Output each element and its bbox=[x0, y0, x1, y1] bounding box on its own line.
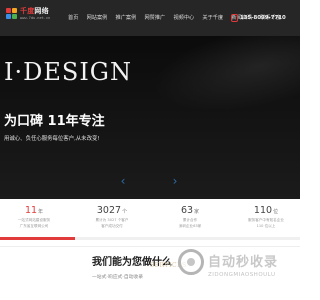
chevron-left-icon[interactable]: ‹ bbox=[118, 174, 128, 188]
logo-name-accent: 千度 bbox=[20, 7, 35, 15]
phone-number[interactable]: 135-8099-7710 bbox=[240, 13, 286, 23]
stat-number: 110 bbox=[253, 205, 273, 216]
stat-caption-2: 110 位以上 bbox=[256, 223, 276, 228]
stat-number: 3027 bbox=[96, 205, 122, 216]
stat-caption-2: 客户成功交付 bbox=[101, 223, 123, 228]
stat-item-clients: 3027个 累计为 3027 个客户 客户成功交付 bbox=[82, 205, 142, 241]
stat-unit: 个 bbox=[122, 209, 128, 215]
stat-value: 11年 bbox=[4, 205, 64, 218]
hero-subtitle: 为口碑 11年专注 bbox=[4, 114, 105, 129]
phone-icon bbox=[231, 14, 238, 22]
site-logo[interactable]: 千度网络 www.7du.net.cn bbox=[4, 6, 56, 30]
stat-caption-2: 广东省互联网公司 bbox=[19, 223, 49, 228]
nav-item-promo-cases[interactable]: 推广案例 bbox=[116, 13, 137, 23]
stat-caption-2: 深圳企业63家 bbox=[178, 223, 202, 228]
stat-unit: 家 bbox=[194, 209, 200, 215]
logo-mark-icon bbox=[6, 8, 18, 20]
stat-unit: 年 bbox=[38, 209, 44, 215]
watermark-subtext: ZIDONGMIAOSHOULU bbox=[208, 272, 276, 278]
nav-item-site-cases[interactable]: 网站案例 bbox=[87, 13, 108, 23]
hero-title: I·DESIGN bbox=[4, 58, 132, 86]
stat-unit: 位 bbox=[273, 209, 279, 215]
hero-banner: I·DESIGN 为口碑 11年专注 用诚心、负任心服务每位客户,从未改变! ‹… bbox=[0, 36, 300, 199]
hero-light-streak bbox=[144, 36, 300, 128]
watermark-badge-icon bbox=[178, 249, 204, 275]
stat-value: 63家 bbox=[160, 205, 220, 218]
stat-value: 110位 bbox=[236, 205, 296, 218]
stat-item-partners: 63家 累计合作 深圳企业63家 bbox=[160, 205, 220, 241]
logo-name: 千度网络 bbox=[20, 6, 49, 16]
nav-item-home[interactable]: 首页 bbox=[68, 13, 78, 23]
stat-value: 3027个 bbox=[82, 205, 142, 218]
watermark-text: 自动秒收录 bbox=[208, 255, 279, 270]
logo-name-rest: 网络 bbox=[34, 7, 49, 15]
stat-item-years: 11年 一站式网站建设服务 广东省互联网公司 bbox=[4, 205, 64, 241]
stat-item-brands: 110位 服务客户中有知名企业 110 位以上 bbox=[236, 205, 296, 241]
hero-description: 用诚心、负任心服务每位客户,从未改变! bbox=[4, 136, 100, 142]
watermark-overlay: 自动秒收录 ZIDONGMIAOSHOULU bbox=[178, 239, 298, 297]
chevron-right-icon[interactable]: › bbox=[170, 174, 180, 188]
nav-item-about[interactable]: 关于千度 bbox=[202, 13, 223, 23]
logo-url: www.7du.net.cn bbox=[20, 16, 51, 20]
nav-item-promotion[interactable]: 网赞推广 bbox=[144, 13, 165, 23]
stat-number: 63 bbox=[180, 205, 194, 216]
top-navbar: 千度网络 www.7du.net.cn 首页 网站案例 推广案例 网赞推广 视频… bbox=[0, 0, 300, 36]
stat-number: 11 bbox=[24, 205, 38, 216]
nav-item-video[interactable]: 视频中心 bbox=[173, 13, 194, 23]
section-subtitle: 一站式·响应式·自动收录 bbox=[92, 275, 144, 280]
